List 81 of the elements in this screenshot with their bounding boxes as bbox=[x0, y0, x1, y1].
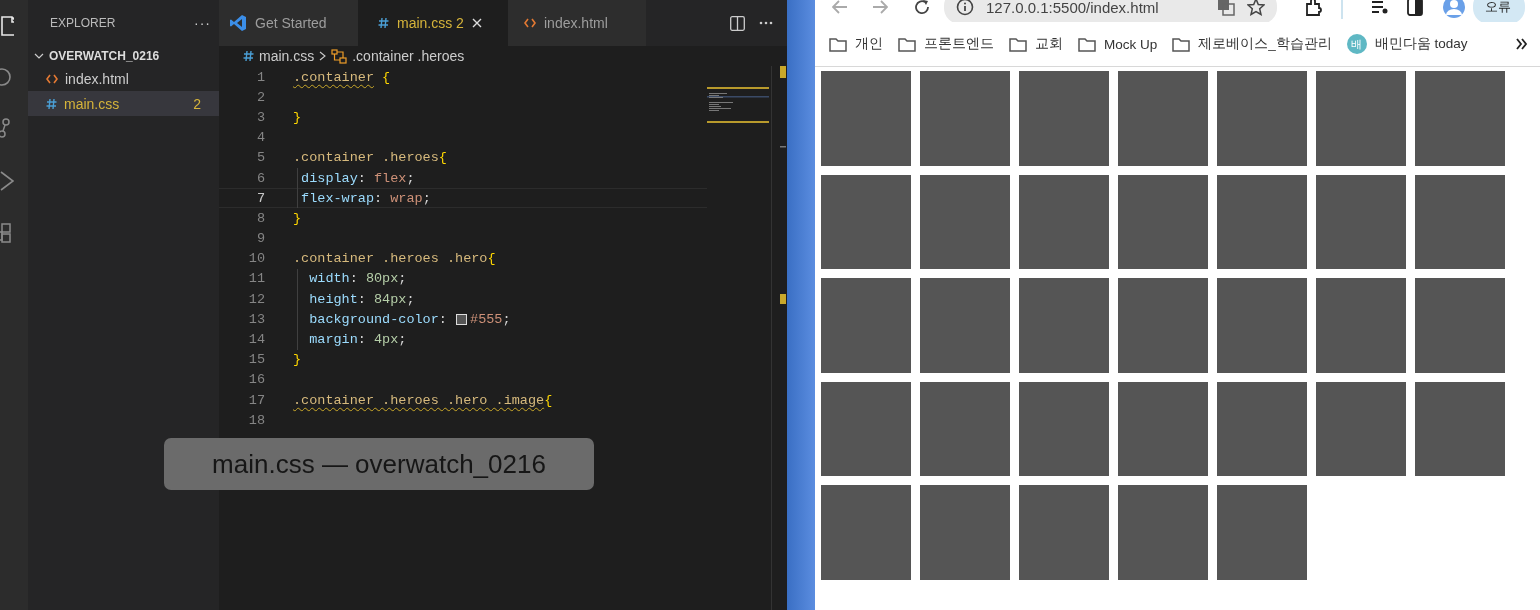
line-number: 1 bbox=[255, 69, 265, 85]
symbol-class-icon bbox=[331, 48, 348, 64]
code-text: width: 80px; bbox=[308, 271, 407, 287]
line-number: 7 bbox=[255, 190, 265, 206]
line-number: 12 bbox=[247, 291, 265, 307]
more-actions-icon[interactable] bbox=[759, 21, 773, 25]
code-text: height: 84px; bbox=[308, 291, 415, 307]
line-number: 9 bbox=[255, 231, 265, 247]
code-text: } bbox=[293, 352, 302, 368]
line-number: 17 bbox=[247, 392, 265, 408]
code-brackets-icon bbox=[524, 17, 536, 29]
line-number: 15 bbox=[247, 352, 265, 368]
folder-icon bbox=[829, 36, 847, 52]
code-text: display: flex; bbox=[300, 170, 415, 186]
line-number: 4 bbox=[255, 130, 265, 146]
run-icon[interactable] bbox=[0, 170, 14, 192]
hash-icon bbox=[378, 17, 389, 29]
code-text: } bbox=[293, 210, 302, 226]
code-brackets-icon bbox=[46, 72, 58, 85]
window-title-tooltip: main.css — overwatch_0216 bbox=[164, 438, 594, 490]
hash-icon bbox=[243, 50, 254, 62]
breadcrumb-item[interactable]: .container .heroes bbox=[352, 48, 465, 64]
more-actions-button[interactable]: ··· bbox=[194, 15, 211, 31]
bookmark[interactable]: 배 배민다움 today bbox=[1346, 34, 1468, 54]
code-text: .container .heroes .hero .image{ bbox=[293, 392, 553, 408]
color-swatch-icon[interactable] bbox=[456, 313, 468, 325]
code-text: } bbox=[293, 109, 302, 125]
code-text: flex-wrap: wrap; bbox=[300, 190, 431, 206]
line-number: 16 bbox=[247, 372, 265, 388]
split-editor-icon[interactable] bbox=[730, 15, 745, 31]
bookmark-star-icon[interactable] bbox=[1247, 0, 1265, 16]
address-bar[interactable]: 127.0.0.1:5500/index.html bbox=[944, 0, 1277, 22]
avatar-icon[interactable] bbox=[1443, 0, 1465, 18]
editor-tab[interactable]: index.html bbox=[508, 0, 646, 46]
file-item[interactable]: main.css 2 bbox=[28, 91, 219, 116]
line-number: 6 bbox=[255, 170, 265, 186]
folder-icon bbox=[1009, 36, 1027, 52]
code-text: .container { bbox=[293, 69, 391, 85]
line-number: 8 bbox=[255, 210, 265, 226]
line-number: 18 bbox=[247, 412, 265, 428]
code-text: #555; bbox=[470, 311, 511, 327]
extensions-icon[interactable] bbox=[1305, 0, 1323, 16]
hash-icon bbox=[46, 97, 57, 110]
bookmark[interactable]: 프론트엔드 bbox=[898, 35, 994, 53]
line-number: 11 bbox=[247, 271, 265, 287]
bookmark[interactable]: 개인 bbox=[829, 35, 883, 53]
close-icon[interactable] bbox=[471, 18, 482, 28]
breadcrumb-item[interactable]: main.css bbox=[259, 48, 315, 64]
reload-icon[interactable] bbox=[914, 0, 930, 15]
line-number: 14 bbox=[247, 332, 265, 348]
code-text: .container .heroes{ bbox=[293, 150, 447, 166]
bookmark[interactable]: 제로베이스_학습관리 bbox=[1172, 35, 1332, 53]
vscode-logo-icon bbox=[229, 14, 247, 32]
files-icon[interactable] bbox=[0, 14, 14, 36]
translate-icon[interactable] bbox=[1217, 0, 1235, 16]
more-bookmarks-icon[interactable] bbox=[1516, 38, 1528, 50]
site-favicon: 배 bbox=[1346, 34, 1367, 54]
bookmark[interactable]: Mock Up bbox=[1078, 36, 1158, 52]
folder-row[interactable]: OVERWATCH_0216 bbox=[28, 46, 219, 66]
line-number: 5 bbox=[255, 150, 265, 166]
explorer-title: EXPLORER bbox=[50, 16, 116, 30]
media-queue-icon[interactable] bbox=[1371, 0, 1389, 15]
chevron-icon bbox=[319, 51, 327, 61]
profile-button[interactable]: 오류 bbox=[1473, 0, 1525, 22]
code-text: margin: 4px; bbox=[308, 332, 407, 348]
line-number: 2 bbox=[255, 89, 265, 105]
editor-tab[interactable]: main.css 2 bbox=[358, 0, 508, 46]
side-panel-icon[interactable] bbox=[1407, 0, 1423, 16]
editor-tab[interactable]: Get Started bbox=[219, 0, 358, 46]
line-number: 13 bbox=[247, 311, 265, 327]
bookmark[interactable]: 교회 bbox=[1009, 35, 1063, 53]
file-item[interactable]: index.html bbox=[28, 66, 219, 91]
search-icon[interactable] bbox=[0, 66, 14, 88]
line-number: 10 bbox=[247, 251, 265, 267]
folder-icon bbox=[898, 36, 916, 52]
line-number: 3 bbox=[255, 109, 265, 125]
folder-icon bbox=[1172, 36, 1191, 52]
code-text: .container .heroes .hero{ bbox=[293, 251, 496, 267]
code-text: background-color: bbox=[308, 311, 448, 327]
folder-icon bbox=[1078, 36, 1096, 52]
info-icon[interactable] bbox=[956, 0, 974, 16]
